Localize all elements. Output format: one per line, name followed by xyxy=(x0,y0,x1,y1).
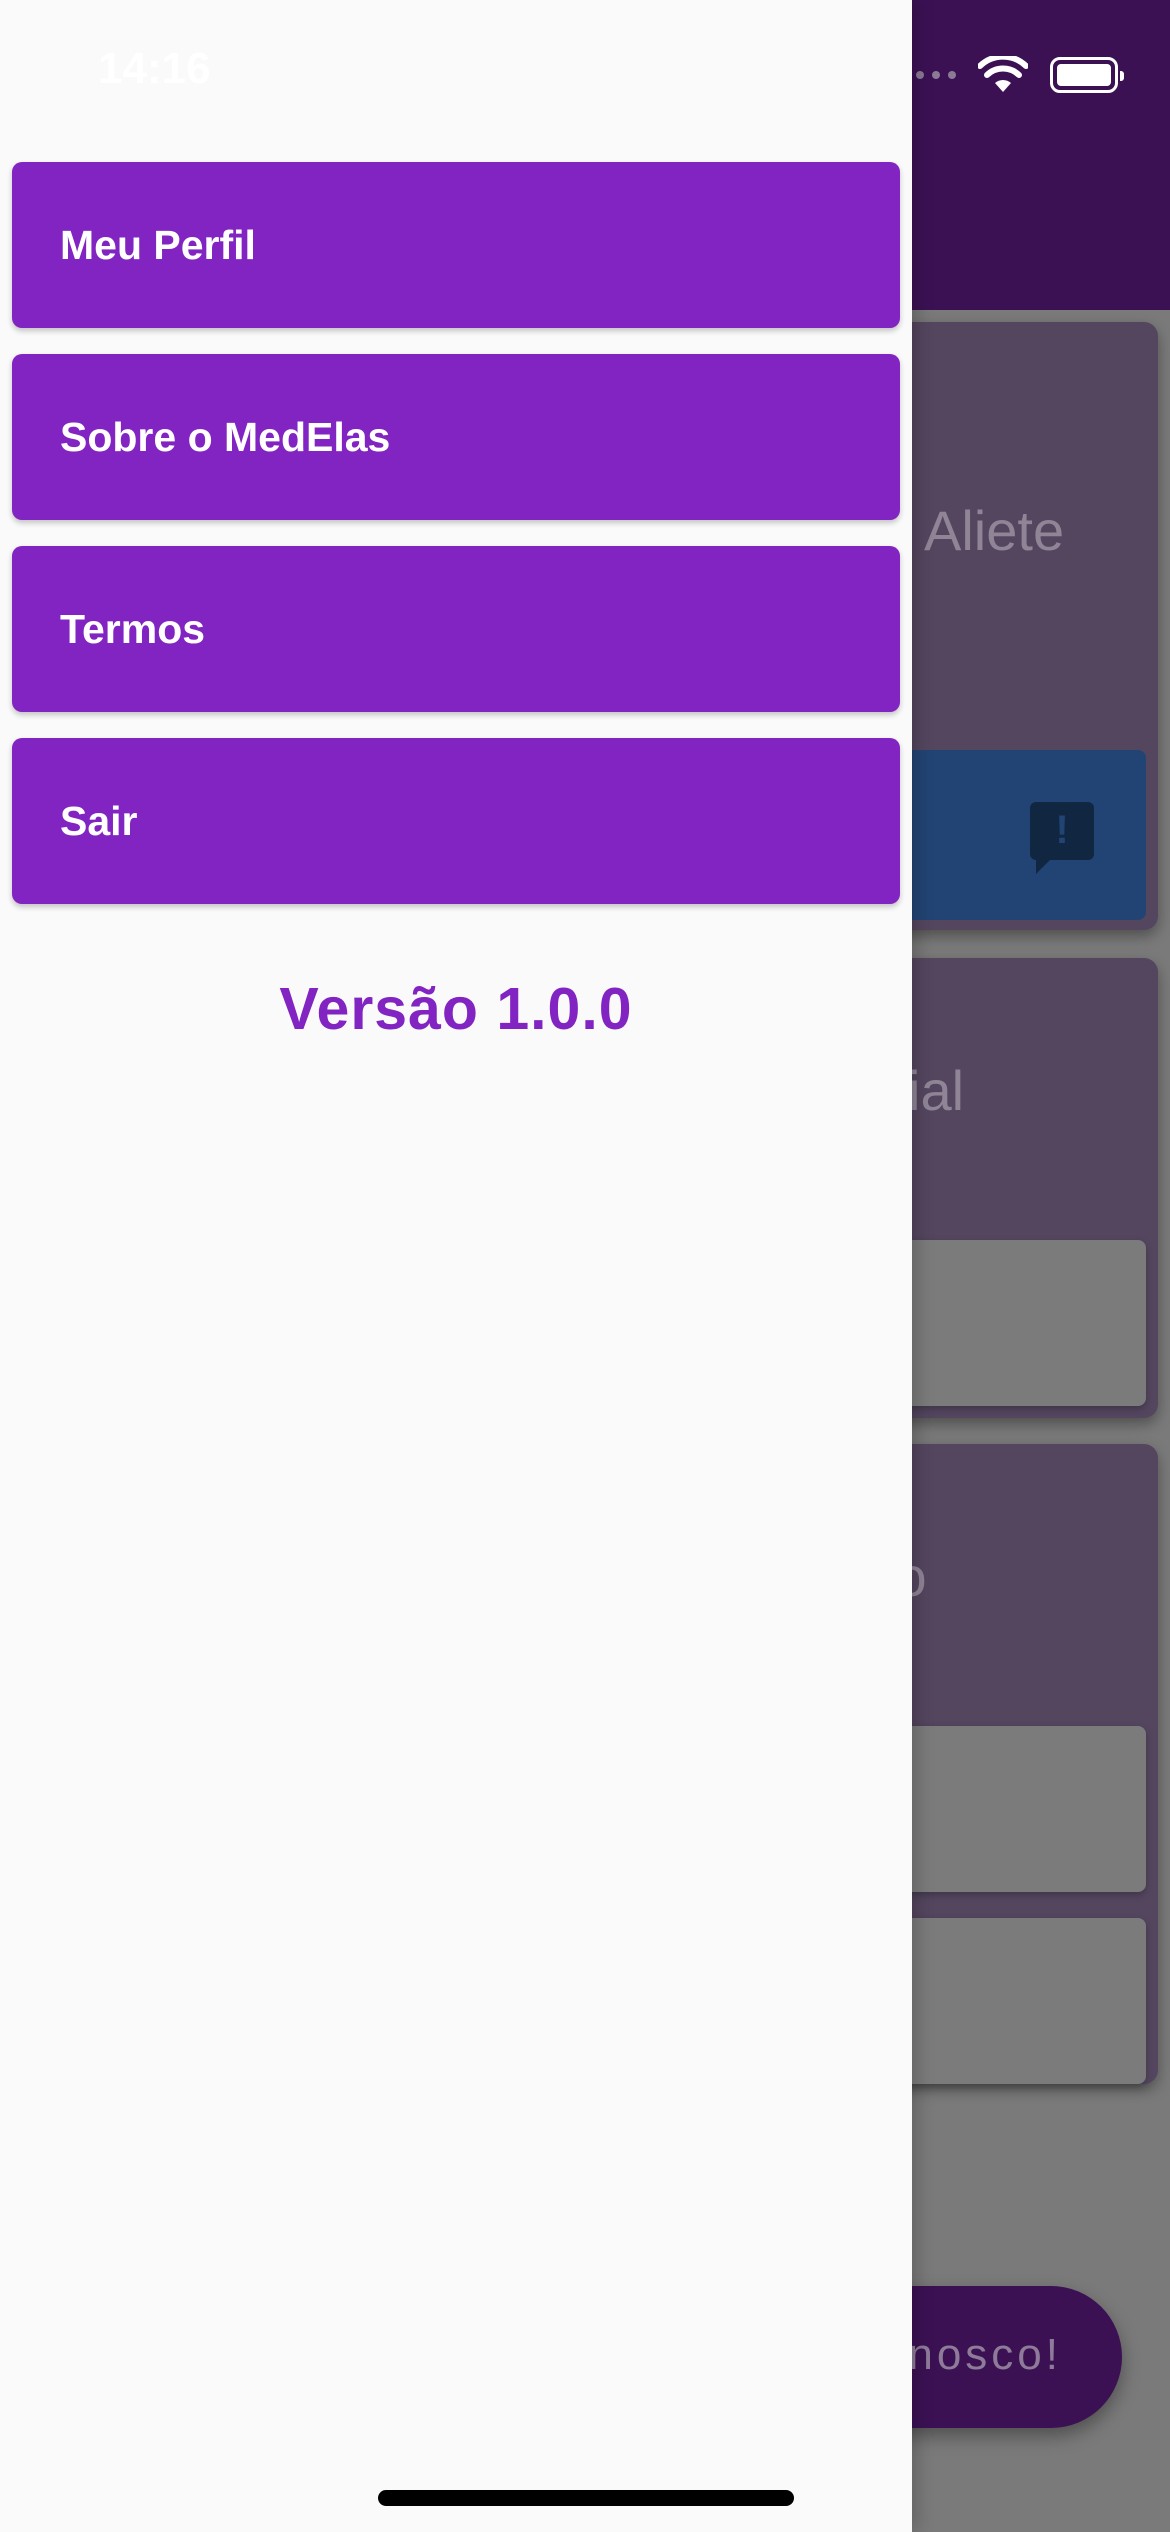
feedback-alert-icon: ! xyxy=(1030,802,1094,874)
status-time: 14:16 xyxy=(98,44,211,93)
battery-icon xyxy=(1050,57,1124,93)
status-icons xyxy=(900,52,1124,98)
version-label: Versão 1.0.0 xyxy=(279,976,633,1042)
menu-item-termos[interactable]: Termos xyxy=(12,546,900,712)
wifi-icon xyxy=(978,56,1028,92)
menu-item-sobre[interactable]: Sobre o MedElas xyxy=(12,354,900,520)
menu-item-meu-perfil[interactable]: Meu Perfil xyxy=(12,162,900,328)
fab-label: nosco! xyxy=(908,2330,1062,2379)
navigation-drawer: 14:16 Meu Perfil Sobre o MedElas Termos … xyxy=(0,0,912,2532)
background-card-title: Aliete xyxy=(924,499,1065,562)
home-indicator[interactable] xyxy=(378,2490,794,2506)
drawer-menu: Meu Perfil Sobre o MedElas Termos Sair xyxy=(12,162,900,930)
menu-item-sair[interactable]: Sair xyxy=(12,738,900,904)
